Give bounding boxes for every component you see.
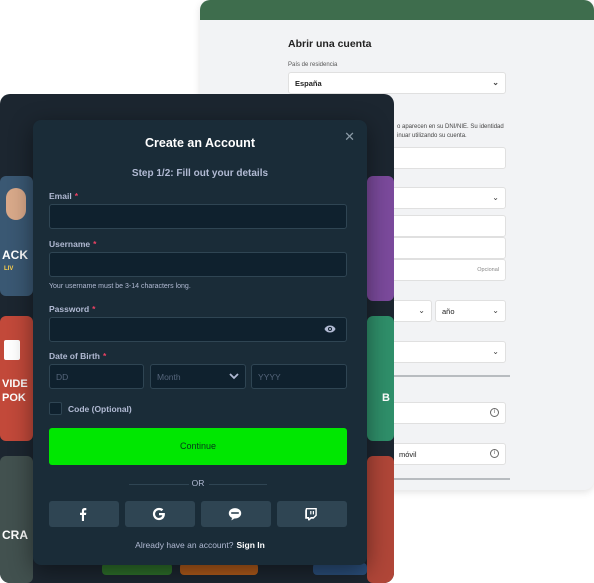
eye-icon[interactable] bbox=[324, 324, 336, 334]
required-marker: * bbox=[103, 351, 107, 361]
dob-label-text: Date of Birth bbox=[49, 351, 100, 361]
or-divider: OR bbox=[49, 478, 347, 490]
year-placeholder: YYYY bbox=[258, 371, 281, 382]
tile-text-crazy: CRA bbox=[2, 528, 28, 542]
required-marker: * bbox=[74, 191, 78, 201]
dealer-image bbox=[6, 188, 26, 220]
chevron-down-icon: ⌄ bbox=[492, 347, 499, 356]
email-field[interactable] bbox=[49, 204, 347, 229]
signin-row: Already have an account? Sign In bbox=[33, 540, 367, 550]
screenshot-stage: Abrir una cuenta País de residencia Espa… bbox=[0, 0, 594, 583]
divider-line bbox=[209, 484, 267, 485]
identity-note-line1: o aparecen en su DNI/NIE. Su identidad bbox=[397, 124, 504, 130]
back-select-1[interactable]: ⌄ bbox=[380, 187, 506, 209]
close-icon[interactable]: ✕ bbox=[344, 129, 355, 145]
country-label: País de residencia bbox=[288, 62, 338, 68]
password-label: Password * bbox=[49, 304, 95, 314]
country-select[interactable]: España ⌄ bbox=[288, 72, 506, 94]
back-text-field-1[interactable] bbox=[380, 147, 506, 169]
tile-text-blackjack: ACK bbox=[2, 248, 28, 262]
dob-label: Date of Birth * bbox=[49, 351, 106, 361]
chevron-down-icon: ⌄ bbox=[418, 306, 425, 315]
divider bbox=[380, 375, 510, 377]
year-placeholder: año bbox=[442, 306, 455, 316]
tile-text-video: VIDE bbox=[2, 378, 28, 390]
info-icon: i bbox=[490, 449, 499, 458]
chevron-down-icon: ⌄ bbox=[492, 193, 499, 202]
chevron-down-icon bbox=[229, 373, 239, 380]
tile-text-poker: POK bbox=[2, 392, 26, 404]
code-label: Code (Optional) bbox=[68, 404, 132, 414]
username-label-text: Username bbox=[49, 239, 91, 249]
tile-live-label: LIV bbox=[4, 266, 14, 272]
signin-prompt: Already have an account? bbox=[135, 540, 234, 550]
create-account-modal: Create an Account ✕ Step 1/2: Fill out y… bbox=[33, 120, 367, 565]
code-checkbox[interactable] bbox=[49, 402, 62, 415]
day-placeholder: DD bbox=[56, 371, 69, 382]
back-text-field-3[interactable] bbox=[380, 237, 506, 259]
username-field[interactable] bbox=[49, 252, 347, 277]
optional-label: Opcional bbox=[477, 267, 499, 273]
google-icon bbox=[152, 507, 165, 521]
info-icon: i bbox=[490, 408, 499, 417]
or-label: OR bbox=[191, 478, 205, 488]
facebook-login-button[interactable] bbox=[49, 501, 119, 527]
back-select-2[interactable]: ⌄ bbox=[380, 341, 506, 363]
back-phone-field[interactable]: móvil i bbox=[380, 443, 506, 465]
back-text-field-2[interactable] bbox=[380, 215, 506, 237]
password-field[interactable] bbox=[49, 317, 347, 342]
back-info-field-1[interactable]: i bbox=[380, 402, 506, 424]
game-tile-right-2[interactable]: B bbox=[367, 316, 394, 441]
twitch-icon bbox=[305, 508, 317, 521]
month-value: Month bbox=[157, 371, 181, 382]
game-tile-blackjack[interactable]: ACK LIV bbox=[0, 176, 33, 296]
game-tile-video-poker[interactable]: VIDE POK bbox=[0, 316, 33, 441]
dob-day-field[interactable]: DD bbox=[49, 364, 144, 389]
game-tile-right-1[interactable] bbox=[367, 176, 394, 301]
card-image bbox=[4, 340, 20, 360]
background-window-header bbox=[200, 0, 594, 20]
tile-text-right: B bbox=[382, 392, 390, 404]
divider bbox=[380, 478, 510, 480]
step-indicator: Step 1/2: Fill out your details bbox=[131, 168, 269, 179]
dob-year-field[interactable]: YYYY bbox=[251, 364, 347, 389]
country-value: España bbox=[295, 78, 322, 88]
back-optional-field[interactable]: Opcional bbox=[380, 259, 506, 281]
continue-button[interactable]: Continue bbox=[49, 428, 347, 465]
email-label-text: Email bbox=[49, 191, 72, 201]
line-icon bbox=[228, 508, 242, 521]
email-label: Email * bbox=[49, 191, 78, 201]
chevron-down-icon: ⌄ bbox=[492, 78, 499, 87]
dob-month-select[interactable]: Month bbox=[150, 364, 246, 389]
password-label-text: Password bbox=[49, 304, 90, 314]
identity-note-line2: inuar utilizando su cuenta. bbox=[397, 133, 467, 139]
phone-placeholder: móvil bbox=[399, 449, 417, 459]
chevron-down-icon: ⌄ bbox=[492, 306, 499, 315]
signin-link[interactable]: Sign In bbox=[236, 540, 264, 550]
username-label: Username * bbox=[49, 239, 96, 249]
required-marker: * bbox=[92, 304, 96, 314]
required-marker: * bbox=[93, 239, 97, 249]
facebook-icon bbox=[80, 508, 87, 521]
game-tile-crazy[interactable]: CRA bbox=[0, 456, 33, 583]
game-tile-right-3[interactable] bbox=[367, 456, 394, 583]
back-year-select[interactable]: año ⌄ bbox=[435, 300, 506, 322]
line-login-button[interactable] bbox=[201, 501, 271, 527]
twitch-login-button[interactable] bbox=[277, 501, 347, 527]
background-form-title: Abrir una cuenta bbox=[288, 38, 372, 50]
modal-title: Create an Account bbox=[145, 136, 255, 150]
username-hint: Your username must be 3-14 characters lo… bbox=[49, 283, 191, 290]
google-login-button[interactable] bbox=[125, 501, 195, 527]
